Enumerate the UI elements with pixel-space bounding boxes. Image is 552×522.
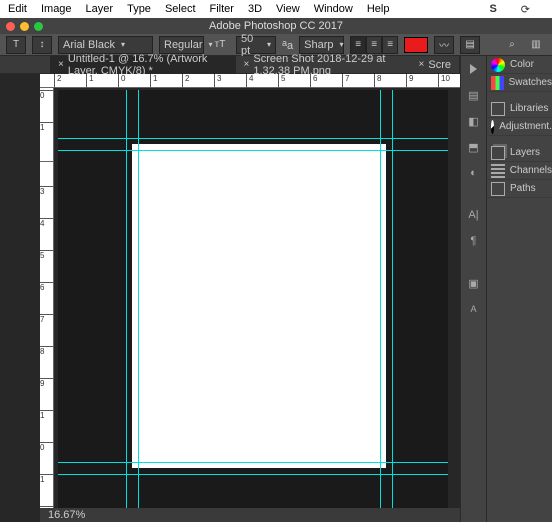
swatches-icon [491,76,504,90]
menu-help[interactable]: Help [367,3,390,15]
menu-3d[interactable]: 3D [248,3,262,15]
brushes-panel-icon[interactable]: ⬒ [465,138,483,156]
font-style-dropdown[interactable]: Regular▾ [159,36,204,54]
guide-vertical[interactable] [126,90,127,520]
canvas-viewport[interactable] [54,88,460,508]
right-panel-rail: ▤ ◧ ⬒ ◐ A| ¶ ▣ A Color Swatches Librarie… [460,56,552,522]
tool-preset-icon[interactable]: T [6,36,26,54]
channels-icon [491,164,505,178]
tab-document-3[interactable]: ×Scre [411,56,459,74]
artboard[interactable] [132,144,386,468]
panel-swatches[interactable]: Swatches [487,74,552,92]
panel-adjustments[interactable]: Adjustment. [487,118,552,136]
guide-vertical[interactable] [380,90,381,520]
align-center-button[interactable]: ≡ [366,36,382,54]
menu-select[interactable]: Select [165,3,196,15]
workspace-switcher-icon[interactable]: ▥ [526,36,546,54]
search-icon[interactable]: ⌕ [502,36,522,54]
document-tabs: ×Untitled-1 @ 16.7% (Artwork Layer, CMYK… [0,56,460,74]
character-panel-icon[interactable]: A| [465,206,483,224]
close-window-button[interactable] [6,22,15,31]
paths-icon [491,182,505,196]
text-color-swatch[interactable] [404,37,428,53]
menu-layer[interactable]: Layer [86,3,114,15]
app-title: Adobe Photoshop CC 2017 [209,20,343,32]
document-canvas[interactable] [58,90,448,520]
antialias-label: aa [282,38,293,52]
warp-text-button[interactable]: 〰 [434,36,454,54]
panel-libraries[interactable]: Libraries [487,100,552,118]
menu-image[interactable]: Image [41,3,72,15]
guide-vertical[interactable] [392,90,393,520]
panel-channels[interactable]: Channels [487,162,552,180]
expand-panels-icon[interactable] [465,60,483,78]
zoom-window-button[interactable] [34,22,43,31]
layers-icon [491,146,505,160]
font-size-dropdown[interactable]: 50 pt▾ [236,36,276,54]
window-titlebar: Adobe Photoshop CC 2017 [0,18,552,34]
menu-view[interactable]: View [276,3,300,15]
panel-paths[interactable]: Paths [487,180,552,198]
styles-panel-icon[interactable]: ◐ [465,164,483,182]
zoom-level[interactable]: 16.67% [48,509,85,521]
menu-type[interactable]: Type [127,3,151,15]
panel-color[interactable]: Color [487,56,552,74]
guide-horizontal[interactable] [58,138,448,139]
guide-horizontal[interactable] [58,474,448,475]
minimize-window-button[interactable] [20,22,29,31]
close-icon[interactable]: × [419,59,425,70]
libraries-icon [491,102,505,116]
font-size-icon: тT [210,36,230,54]
workspace: 2 1 0 1 2 3 4 5 6 7 8 9 10 0 1 2 3 4 5 6… [0,74,460,522]
guide-horizontal[interactable] [58,462,448,463]
status-bar: 16.67% [40,508,460,522]
align-right-button[interactable]: ≡ [382,36,398,54]
color-icon [491,58,505,72]
menu-edit[interactable]: Edit [8,3,27,15]
font-family-dropdown[interactable]: Arial Black▾ [58,36,153,54]
history-panel-icon[interactable]: ▤ [465,86,483,104]
skype-icon[interactable]: S [489,3,496,15]
menu-filter[interactable]: Filter [210,3,234,15]
guide-vertical[interactable] [138,90,139,520]
character-panel-button[interactable]: ▤ [460,36,480,54]
ruler-origin[interactable] [40,148,54,162]
paragraph-panel-icon[interactable]: ¶ [465,232,483,250]
glyphs-panel-icon[interactable]: ▣ [465,274,483,292]
adjustments-icon [491,120,494,134]
character-style-panel-icon[interactable]: A [465,300,483,318]
antialias-dropdown[interactable]: Sharp▾ [299,36,344,54]
tab-document-2[interactable]: ×Screen Shot 2018-12-29 at 1.32.38 PM.pn… [236,56,411,74]
tab-document-1[interactable]: ×Untitled-1 @ 16.7% (Artwork Layer, CMYK… [50,56,236,74]
panel-layers[interactable]: Layers [487,144,552,162]
horizontal-ruler[interactable]: 2 1 0 1 2 3 4 5 6 7 8 9 10 [40,74,460,88]
orientation-toggle-icon[interactable]: ↕ [32,36,52,54]
close-icon[interactable]: × [244,59,250,70]
guide-horizontal[interactable] [58,150,448,151]
menu-window[interactable]: Window [314,3,353,15]
properties-panel-icon[interactable]: ◧ [465,112,483,130]
sync-icon[interactable]: ⟳ [521,3,530,16]
system-menubar: Edit Image Layer Type Select Filter 3D V… [0,0,552,18]
align-left-button[interactable]: ≡ [350,36,366,54]
close-icon[interactable]: × [58,59,64,70]
